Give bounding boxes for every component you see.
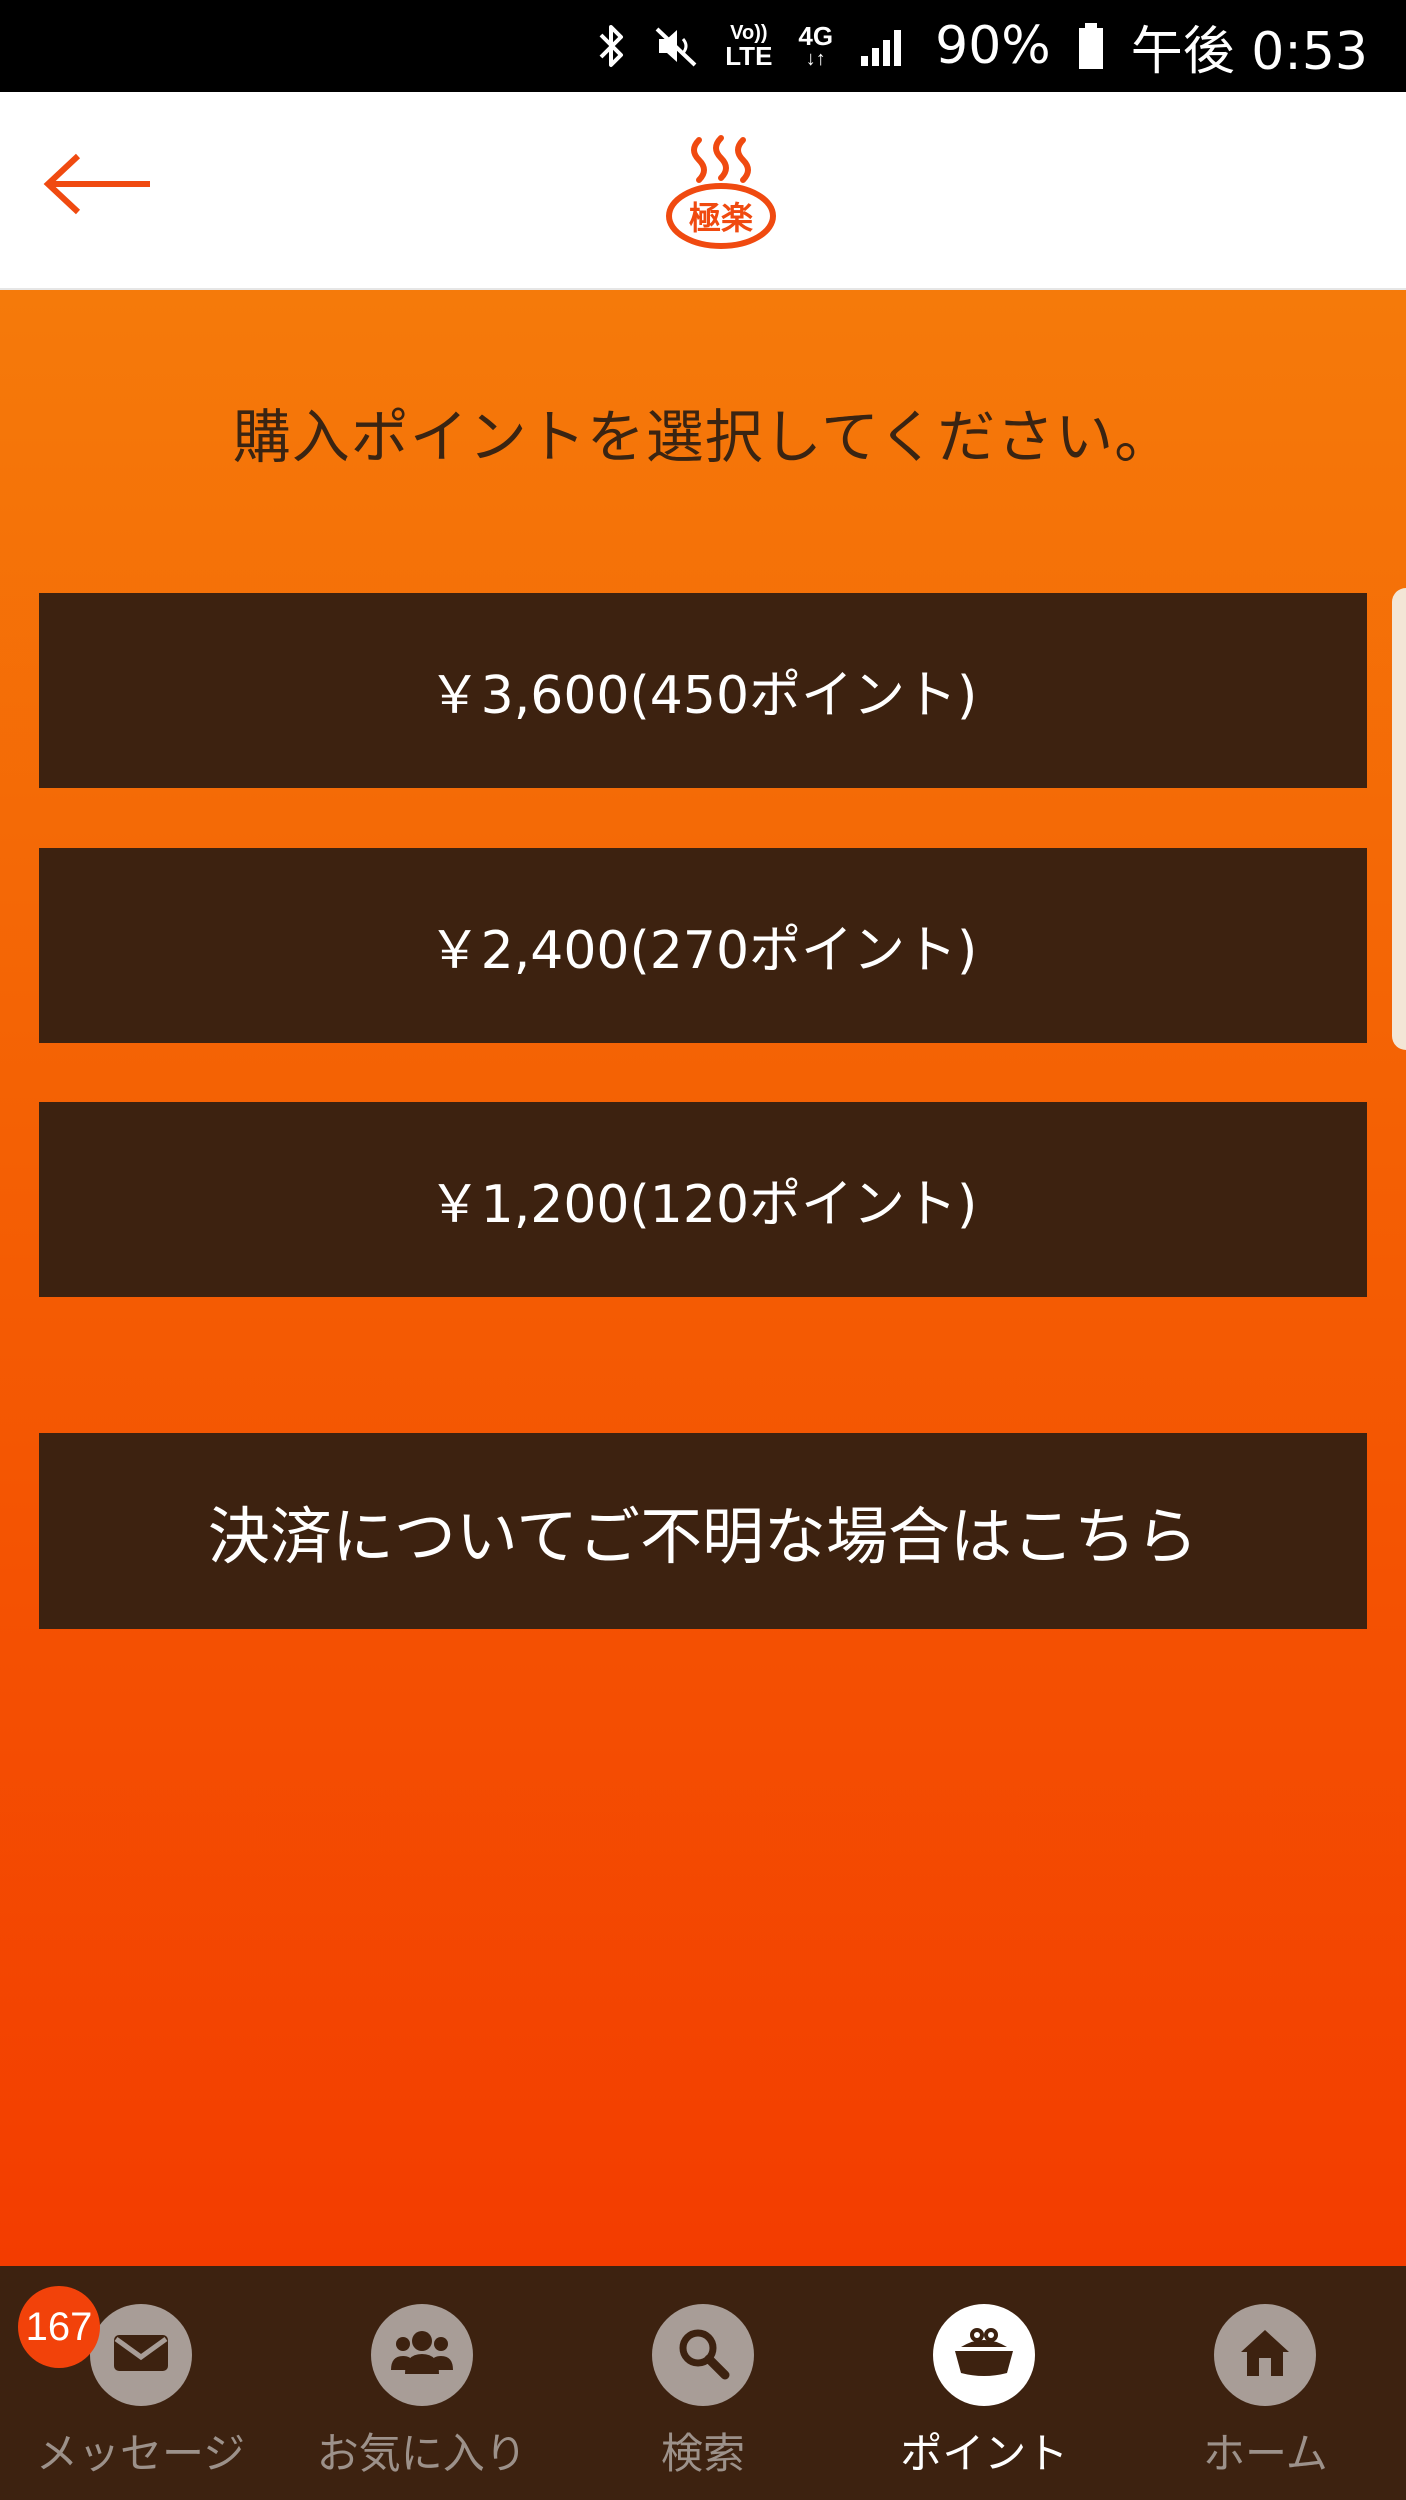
page-title: 購入ポイントを選択してください。 <box>232 403 1174 471</box>
nav-label: お気に入り <box>316 2429 527 2478</box>
purchase-option-label: ￥2,400(270ポイント) <box>428 921 978 981</box>
people-icon <box>387 2328 457 2382</box>
mail-icon <box>112 2331 170 2379</box>
signal-icon <box>859 16 909 76</box>
nav-item-favorites[interactable]: お気に入り <box>281 2266 562 2500</box>
back-arrow-icon <box>42 152 154 220</box>
nav-icon-circle <box>652 2304 754 2406</box>
mute-icon <box>653 16 699 76</box>
main-content: 購入ポイントを選択してください。 ￥3,600(450ポイント) ￥2,400(… <box>0 290 1406 2266</box>
battery-icon <box>1077 16 1105 76</box>
network-type-text: 4G <box>798 21 834 51</box>
nav-label: メッセージ <box>36 2429 246 2478</box>
nav-label: ホーム <box>1203 2429 1328 2478</box>
unread-count-badge: 167 <box>18 2286 100 2368</box>
network-arrows-text: ↓↑ <box>805 48 826 70</box>
scroll-handle[interactable] <box>1392 588 1406 1050</box>
purchase-option-label: ￥1,200(120ポイント) <box>428 1175 978 1235</box>
purchase-option-2400-button[interactable]: ￥2,400(270ポイント) <box>39 848 1367 1043</box>
clock: 午後 0:53 <box>1130 21 1368 82</box>
back-button[interactable] <box>40 150 156 222</box>
volte-bottom-text: LTE <box>725 41 773 71</box>
logo-text: 極楽 <box>689 199 753 237</box>
purchase-option-3600-button[interactable]: ￥3,600(450ポイント) <box>39 593 1367 788</box>
bluetooth-icon <box>597 16 627 76</box>
bottom-navigation: 167 メッセージ お気に入り 検索 ポイント ホーム <box>0 2266 1406 2500</box>
nav-item-home[interactable]: ホーム <box>1125 2266 1406 2500</box>
payment-help-label: 決済についてご不明な場合はこちら <box>207 1500 1199 1573</box>
app-logo: 極楽 <box>663 132 779 250</box>
nav-item-messages[interactable]: 167 メッセージ <box>0 2266 281 2500</box>
home-icon <box>1237 2326 1293 2384</box>
purchase-option-1200-button[interactable]: ￥1,200(120ポイント) <box>39 1102 1367 1297</box>
nav-label: 検索 <box>661 2429 746 2478</box>
volte-top-text: Vo)) <box>730 22 768 44</box>
purchase-option-label: ￥3,600(450ポイント) <box>428 666 978 726</box>
network-4g-icon: 4G ↓↑ <box>798 16 833 76</box>
battery-percent: 90% <box>935 16 1051 76</box>
app-header: 極楽 <box>0 92 1406 290</box>
nav-icon-circle <box>1214 2304 1317 2406</box>
payment-help-button[interactable]: 決済についてご不明な場合はこちら <box>39 1433 1367 1629</box>
status-bar: Vo)) LTE 4G ↓↑ 90% 午後 0:53 <box>0 0 1406 92</box>
search-icon <box>675 2325 731 2385</box>
nav-label: ポイント <box>900 2429 1069 2478</box>
nav-icon-circle <box>933 2304 1036 2406</box>
nav-icon-circle <box>89 2304 192 2406</box>
nav-item-points[interactable]: ポイント <box>844 2266 1125 2500</box>
nav-item-search[interactable]: 検索 <box>562 2266 843 2500</box>
nav-icon-circle <box>370 2304 473 2406</box>
volte-icon: Vo)) LTE <box>725 16 772 76</box>
purse-icon <box>951 2327 1017 2383</box>
